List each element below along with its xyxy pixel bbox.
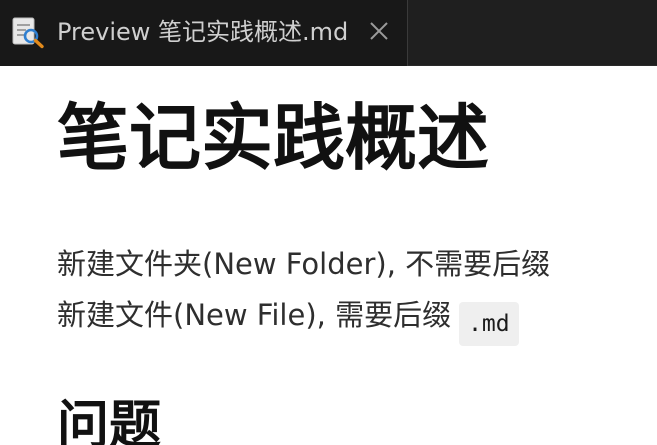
section-heading: 问题 bbox=[57, 396, 162, 445]
page-title: 笔记实践概述 bbox=[57, 96, 490, 180]
tab-preview[interactable]: Preview 笔记实践概述.md bbox=[0, 0, 408, 66]
close-icon[interactable] bbox=[366, 18, 392, 44]
paragraph-text: 新建文件(New File), 需要后缀 bbox=[57, 298, 452, 332]
tab-title: Preview 笔记实践概述.md bbox=[57, 18, 349, 46]
markdown-preview: 笔记实践概述 新建文件夹(New Folder), 不需要后缀 新建文件(New… bbox=[0, 66, 657, 445]
paragraph-line: 新建文件夹(New Folder), 不需要后缀 bbox=[57, 247, 551, 281]
paragraph-line: 新建文件(New File), 需要后缀 .md bbox=[57, 295, 519, 346]
inline-code: .md bbox=[459, 302, 519, 346]
editor-tab-bar: Preview 笔记实践概述.md bbox=[0, 0, 657, 66]
preview-icon bbox=[10, 15, 46, 49]
